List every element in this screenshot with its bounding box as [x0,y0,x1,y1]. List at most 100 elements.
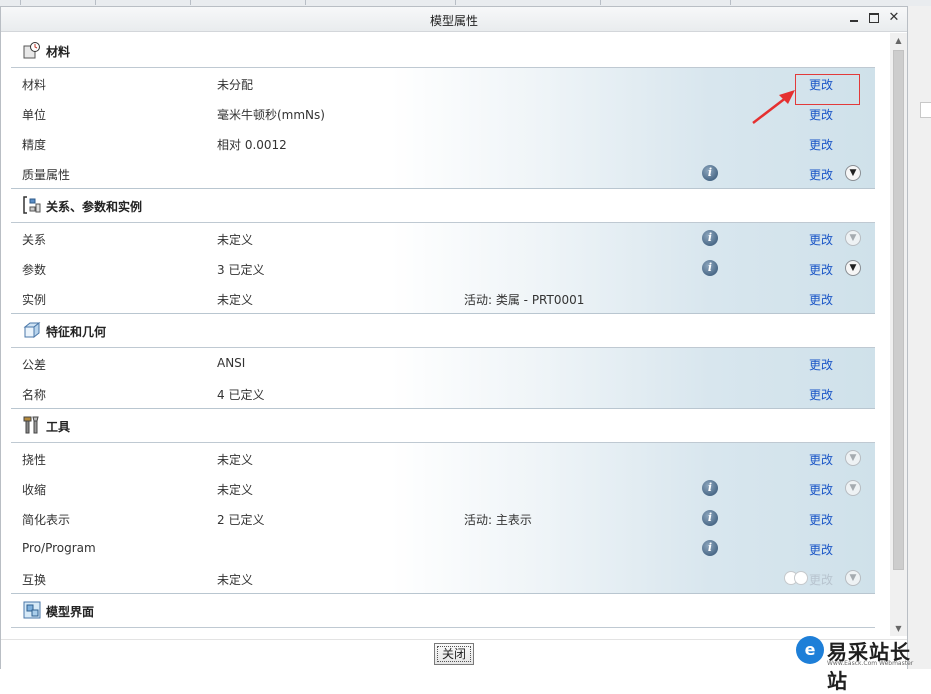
property-label: 挠性 [22,453,47,467]
info-icon[interactable]: i [702,165,718,181]
maximize-icon[interactable] [867,11,881,25]
chevron-down-icon[interactable]: ▼ [845,570,861,586]
property-row: 精度 相对 0.0012 更改 [11,128,875,158]
change-link[interactable]: 更改 [809,571,833,588]
property-label: 参数 [22,263,47,277]
scroll-down-icon[interactable]: ▼ [890,621,907,636]
section-header: 关系、参数和实例 [11,188,875,223]
property-row: Pro/Program i 更改 [11,533,875,563]
bg-tab-divider [455,0,456,5]
section-title: 模型界面 [46,605,95,619]
property-row: 关系 未定义 i 更改 ▼ [11,223,875,253]
section-title: 材料 [46,45,71,59]
section-title: 工具 [46,420,71,434]
toggle-switch[interactable] [784,571,812,585]
section-header: 模型界面 [11,593,875,628]
chevron-down-icon[interactable]: ▼ [845,480,861,496]
change-link[interactable]: 更改 [809,356,833,373]
info-icon[interactable]: i [702,230,718,246]
property-row: 简化表示 2 已定义 活动: 主表示 i 更改 [11,503,875,533]
section-title: 关系、参数和实例 [46,200,143,214]
property-value: 3 已定义 [217,263,265,277]
property-value: 相对 0.0012 [217,138,287,152]
minimize-icon[interactable] [847,11,861,25]
features-geometry-icon [23,321,41,339]
watermark: e 易采站长站 Www.Easck.Com Webmaster [796,636,931,693]
change-link[interactable]: 更改 [809,136,833,153]
change-link[interactable]: 更改 [809,261,833,278]
change-link[interactable]: 更改 [809,386,833,403]
dialog-titlebar[interactable]: 模型属性 ✕ [1,7,907,32]
property-value: 未定义 [217,453,254,467]
scroll-up-icon[interactable]: ▲ [890,33,907,48]
property-row: 名称 4 已定义 更改 [11,378,875,409]
dialog-button-bar: 关闭 [1,639,907,669]
change-link[interactable]: 更改 [809,511,833,528]
dialog-title: 模型属性 [429,14,478,28]
property-value: 未定义 [217,233,254,247]
bg-tab-divider [305,0,306,5]
vertical-scrollbar[interactable]: ▲ ▼ [890,33,907,636]
property-label: 互换 [22,573,47,587]
property-row: 公差 ANSI 更改 [11,348,875,378]
property-row: 互换 未定义 更改 ▼ [11,563,875,594]
bg-tab-divider [20,0,21,5]
model-interface-icon [23,601,41,619]
property-label: 材料 [22,78,47,92]
property-row: 参数 3 已定义 i 更改 ▼ [11,253,875,283]
section-title: 特征和几何 [46,325,107,339]
change-link[interactable]: 更改 [809,481,833,498]
property-label: 质量属性 [22,168,71,182]
property-row: 收缩 未定义 i 更改 ▼ [11,473,875,503]
annotation-highlight-box [795,74,860,105]
property-label: 公差 [22,358,47,372]
property-value: 未定义 [217,483,254,497]
property-row: 质量属性 i 更改 ▼ [11,158,875,189]
watermark-subtext: Www.Easck.Com Webmaster [827,660,914,667]
property-active-value: 活动: 类属 - PRT0001 [464,293,585,307]
watermark-logo-icon: e [796,636,824,664]
chevron-down-icon[interactable]: ▼ [845,450,861,466]
close-button[interactable]: 关闭 [434,643,474,665]
property-row: 材料 未分配 更改 [11,68,875,98]
property-label: 实例 [22,293,47,307]
change-link[interactable]: 更改 [809,231,833,248]
relations-icon [23,196,41,214]
property-label: 单位 [22,108,47,122]
change-link[interactable]: 更改 [809,166,833,183]
chevron-down-icon[interactable]: ▼ [845,260,861,276]
chevron-down-icon[interactable]: ▼ [845,165,861,181]
property-value: ANSI [217,356,246,370]
info-icon[interactable]: i [702,260,718,276]
change-link[interactable]: 更改 [809,541,833,558]
chevron-down-icon[interactable]: ▼ [845,230,861,246]
info-icon[interactable]: i [702,540,718,556]
scrollbar-thumb[interactable] [893,50,904,570]
change-link[interactable]: 更改 [809,451,833,468]
property-value: 未定义 [217,573,254,587]
property-label: 简化表示 [22,513,71,527]
property-active-value: 活动: 主表示 [464,513,532,527]
property-label: 名称 [22,388,47,402]
property-row: 挠性 未定义 更改 ▼ [11,443,875,473]
property-value: 2 已定义 [217,513,265,527]
bg-tab-divider [95,0,96,5]
property-label: 关系 [22,233,47,247]
property-label: 收缩 [22,483,47,497]
property-row: 单位 毫米牛顿秒(mmNs) 更改 [11,98,875,128]
property-row: 实例 未定义 活动: 类属 - PRT0001 更改 [11,283,875,314]
close-icon[interactable]: ✕ [887,11,901,25]
bg-tab-divider [730,0,731,5]
background-app-panel [908,6,931,669]
property-value: 未分配 [217,78,254,92]
change-link[interactable]: 更改 [809,291,833,308]
property-value: 4 已定义 [217,388,265,402]
property-label: Pro/Program [22,541,96,555]
property-value: 毫米牛顿秒(mmNs) [217,108,325,122]
info-icon[interactable]: i [702,480,718,496]
info-icon[interactable]: i [702,510,718,526]
section-header: 工具 [11,408,875,443]
properties-content: 材料 材料 未分配 更改 单位 毫米牛顿秒(mmNs) 更改 精度 相对 0.0012 更改 质量属… [11,33,875,639]
property-label: 精度 [22,138,47,152]
change-link[interactable]: 更改 [809,106,833,123]
